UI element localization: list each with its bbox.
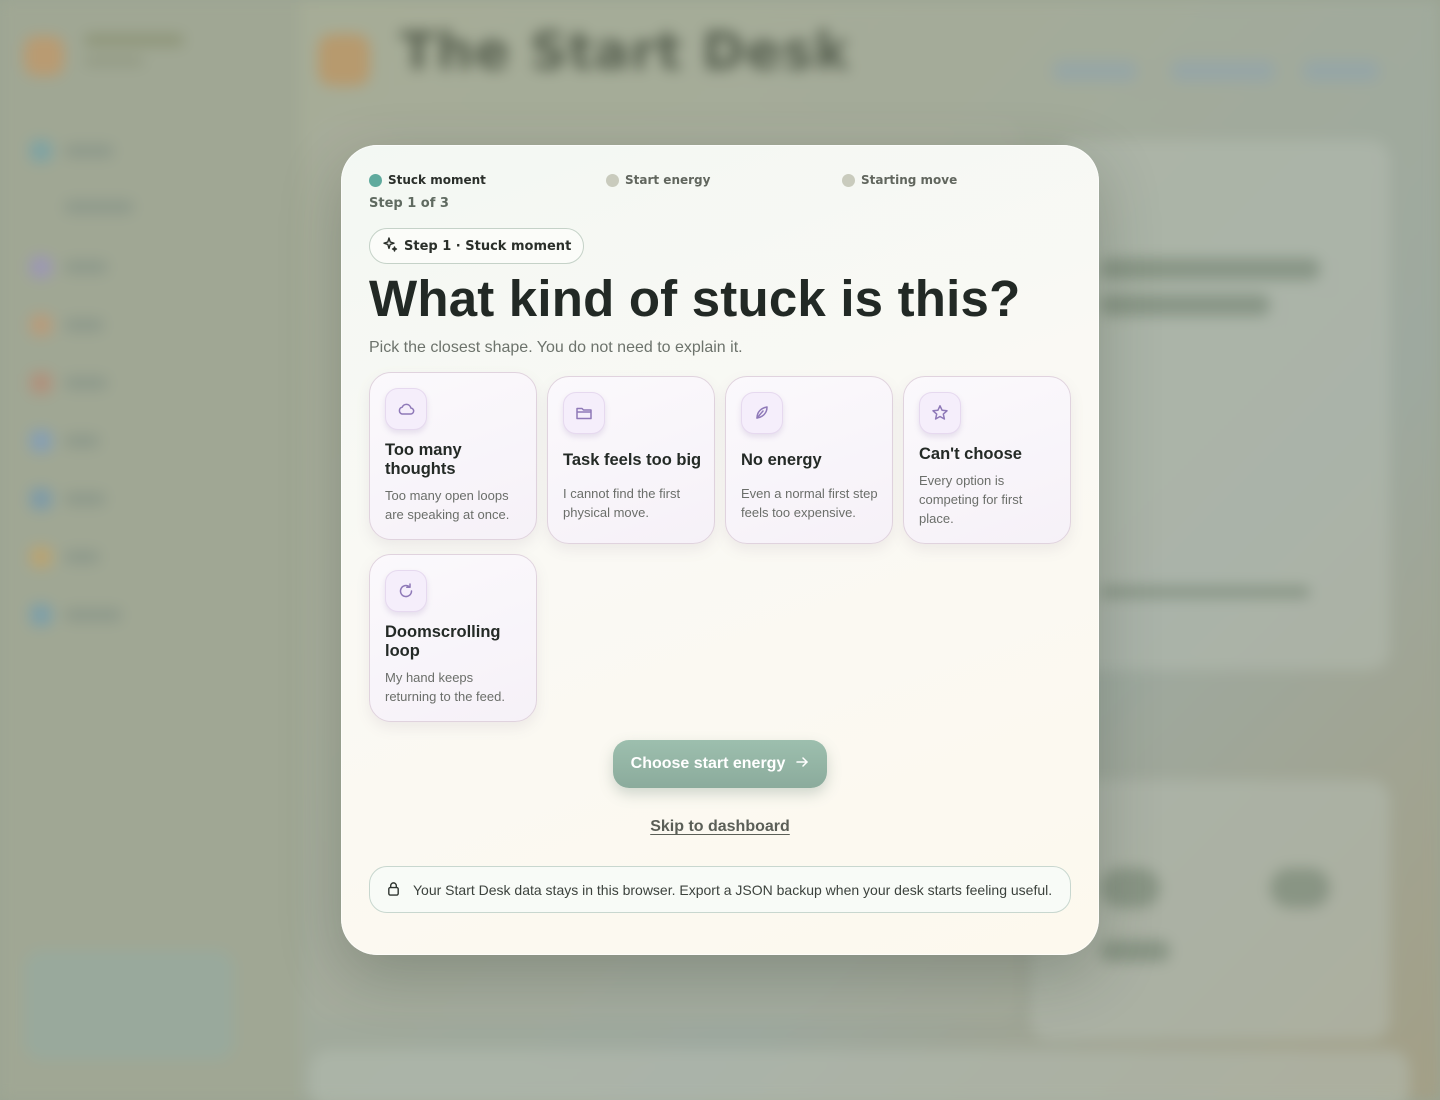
background-logo — [24, 36, 64, 76]
background-nav-icon — [30, 430, 52, 452]
progress-stepper: Stuck moment Start energy Starting move — [369, 173, 1079, 193]
background-nav-icon — [30, 604, 52, 626]
background-sidebar-card — [24, 950, 234, 1060]
cta-label: Choose start energy — [630, 755, 786, 772]
background-nav-item — [64, 608, 122, 622]
background-text-bar — [1100, 294, 1270, 316]
star-icon — [919, 392, 961, 434]
option-title: No energy — [741, 451, 822, 469]
option-title: Too many thoughts — [385, 441, 462, 478]
cloud-icon — [385, 388, 427, 430]
option-too-many-thoughts[interactable]: Too many thoughts Too many open loops ar… — [369, 372, 537, 540]
progress-step-start-energy: Start energy — [606, 173, 710, 187]
choose-start-energy-button[interactable]: Choose start energy — [613, 740, 827, 788]
background-text-bar — [1100, 258, 1320, 280]
progress-step-stuck-moment: Stuck moment — [369, 173, 486, 187]
background-nav-icon — [30, 256, 52, 278]
option-description: My hand keeps returning to the feed. — [385, 670, 505, 704]
background-panel — [310, 1050, 1410, 1100]
background-text-bar — [1100, 940, 1170, 962]
background-nav-item — [64, 260, 108, 274]
progress-dot — [842, 173, 855, 187]
option-title: Can't choose — [919, 445, 1022, 463]
folder-icon — [563, 392, 605, 434]
background-nav-item — [64, 492, 106, 506]
background-nav-item — [64, 144, 114, 158]
privacy-note-text: Your Start Desk data stays in this brows… — [413, 881, 1053, 898]
leaf-icon — [741, 392, 783, 434]
skip-to-dashboard-link[interactable]: Skip to dashboard — [341, 818, 1099, 836]
background-header-pill — [1302, 60, 1380, 82]
progress-step-label: Start energy — [625, 173, 711, 187]
step-chip-label: Step 1 · Stuck moment — [404, 238, 572, 254]
sparkle-icon — [382, 236, 398, 256]
background-nav-item — [64, 318, 104, 332]
background-nav-icon — [30, 546, 52, 568]
option-description: Every option is competing for first plac… — [919, 473, 1023, 526]
background-nav-item — [64, 550, 100, 564]
refresh-icon — [385, 570, 427, 612]
option-task-feels-too-big[interactable]: Task feels too big I cannot find the fir… — [547, 376, 715, 544]
lock-icon — [386, 881, 401, 899]
privacy-note: Your Start Desk data stays in this brows… — [369, 866, 1071, 913]
arrow-right-icon — [795, 755, 809, 774]
background-sidebar — [0, 0, 300, 1100]
background-nav-item — [64, 376, 108, 390]
background-badge — [1100, 868, 1160, 908]
background-nav-icon — [30, 314, 52, 336]
option-title: Task feels too big — [563, 451, 702, 469]
option-description: Even a normal first step feels too expen… — [741, 486, 878, 520]
background-logo-text — [84, 34, 184, 46]
background-app-title: The Start Desk — [400, 22, 850, 82]
background-nav-icon — [30, 488, 52, 510]
background-header-pill — [1170, 60, 1276, 82]
option-title: Doomscrolling loop — [385, 623, 501, 660]
progress-step-label: Starting move — [861, 173, 958, 187]
progress-dot — [606, 173, 619, 187]
background-nav-item — [64, 434, 100, 448]
progress-dot-active — [369, 173, 382, 187]
background-brand-logo — [318, 34, 370, 86]
background-badge — [1270, 868, 1330, 908]
step-count: Step 1 of 3 — [369, 196, 449, 211]
background-text-bar — [1100, 586, 1310, 598]
background-nav-icon — [30, 372, 52, 394]
option-description: I cannot find the first physical move. — [563, 486, 681, 520]
background-nav-item — [64, 200, 134, 214]
onboarding-modal: Stuck moment Start energy Starting move … — [341, 145, 1099, 955]
page-subtitle: Pick the closest shape. You do not need … — [369, 339, 743, 356]
step-chip: Step 1 · Stuck moment — [369, 228, 585, 264]
progress-step-label: Stuck moment — [388, 173, 486, 187]
option-doomscrolling-loop[interactable]: Doomscrolling loop My hand keeps returni… — [369, 554, 537, 722]
progress-step-starting-move: Starting move — [842, 173, 957, 187]
page-title: What kind of stuck is this? — [369, 270, 1021, 327]
background-logo-subtext — [84, 56, 144, 66]
background-header-pill — [1052, 60, 1138, 82]
stuck-options: Too many thoughts Too many open loops ar… — [369, 372, 1071, 722]
background-nav-icon — [30, 140, 52, 162]
option-no-energy[interactable]: No energy Even a normal first step feels… — [725, 376, 893, 544]
option-description: Too many open loops are speaking at once… — [385, 488, 510, 522]
option-cant-choose[interactable]: Can't choose Every option is competing f… — [903, 376, 1071, 544]
